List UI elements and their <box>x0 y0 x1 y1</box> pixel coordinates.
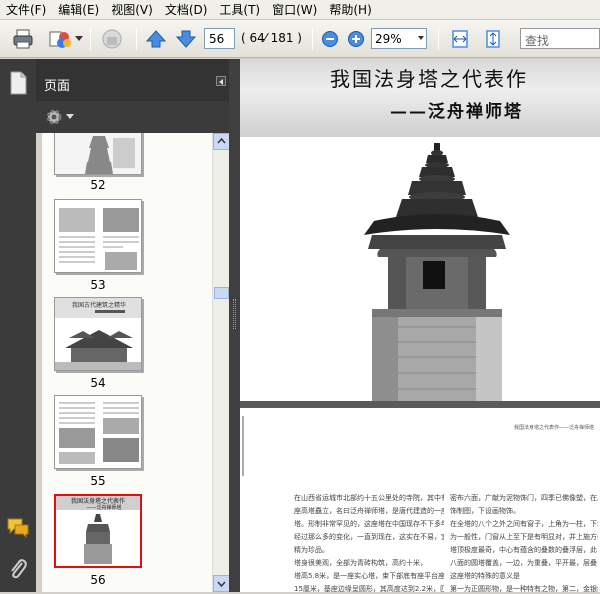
thumb56-title: 我国法身塔之代表作 <box>71 497 125 505</box>
page-number-input[interactable]: 56 <box>204 28 235 49</box>
gear-icon <box>46 109 62 125</box>
document-page-56: 我国法身塔之代表作 ——泛舟禅师塔 <box>240 59 600 401</box>
thumbnail-label: 54 <box>90 376 106 390</box>
document-title: 我国法身塔之代表作 <box>330 67 528 91</box>
body-text-left: 在山西省运城市北部约十五公里处的寺院，其中有一 座高塔矗立，名曰泛舟禅师塔，是唐… <box>294 494 444 592</box>
thumbnail-scrollbar[interactable] <box>212 133 230 592</box>
pages-icon[interactable] <box>8 71 28 98</box>
document-view: 我国法身塔之代表作 ——泛舟禅师塔 我国法身塔之代表作——泛舟禅师塔 在山西省运… <box>240 59 600 592</box>
thumbnail-page-54[interactable]: 我国古代建筑之精华 <box>54 297 142 371</box>
menu-edit[interactable]: 编辑(E) <box>52 1 105 18</box>
menu-view[interactable]: 视图(V) <box>105 1 159 18</box>
scroll-thumb[interactable] <box>214 287 229 299</box>
body-text-right: 密布六面，广献为泥物饰门，四季已佛像塑，在其次之间 饰制图，下设画物饰。 在全塔… <box>450 494 598 592</box>
navigation-bar <box>0 59 36 592</box>
menu-help[interactable]: 帮助(H) <box>323 1 377 18</box>
menu-bar: 文件(F) 编辑(E) 视图(V) 文档(D) 工具(T) 窗口(W) 帮助(H… <box>0 0 600 20</box>
page-header: 我国法身塔之代表作——泛舟禅师塔 <box>513 425 594 431</box>
scroll-down-button[interactable] <box>213 575 230 592</box>
comments-icon[interactable] <box>6 517 30 542</box>
thumbnail-label: 53 <box>90 278 106 292</box>
search-input[interactable]: 查找 <box>520 28 600 49</box>
scroll-up-button[interactable] <box>213 133 230 150</box>
panel-splitter[interactable] <box>229 59 240 592</box>
thumbnail-label: 56 <box>90 573 106 587</box>
panel-options-row <box>36 101 234 133</box>
thumbnail-label: 52 <box>90 178 106 192</box>
thumb56-subtitle: ——泛舟禅师塔 <box>86 504 121 511</box>
zoom-value: 29% <box>375 32 402 46</box>
menu-window[interactable]: 窗口(W) <box>266 1 323 18</box>
thumbnail-label: 55 <box>90 474 106 488</box>
zoom-out-icon[interactable] <box>320 27 340 51</box>
thumbnail-page-52[interactable] <box>54 133 142 175</box>
zoom-select[interactable]: 29% <box>371 28 427 49</box>
pages-panel-header: 页面 <box>36 59 234 101</box>
print-icon[interactable] <box>10 27 36 51</box>
menu-document[interactable]: 文档(D) <box>159 1 214 18</box>
fit-page-icon[interactable] <box>481 27 505 51</box>
collapse-panel-icon[interactable] <box>216 76 226 86</box>
chevron-down-icon <box>418 36 424 40</box>
document-subtitle: ——泛舟禅师塔 <box>390 102 523 122</box>
options-button[interactable] <box>44 107 74 127</box>
thumb54-title: 我国古代建筑之精华 <box>72 301 126 309</box>
thumbnail-page-53[interactable] <box>54 199 142 273</box>
chevron-down-icon[interactable] <box>74 27 84 51</box>
fit-width-icon[interactable] <box>448 27 472 51</box>
thumbnail-page-55[interactable] <box>54 395 142 469</box>
toolbar: 56 ( 64⁄ 181 ) 29% 查找 <box>0 20 600 58</box>
menu-file[interactable]: 文件(F) <box>0 1 52 18</box>
next-page-icon[interactable] <box>174 27 198 51</box>
attachment-icon[interactable] <box>8 557 28 584</box>
previous-page-icon[interactable] <box>144 27 168 51</box>
collaborate-icon[interactable] <box>46 27 74 51</box>
zoom-in-icon[interactable] <box>346 27 366 51</box>
chevron-down-icon <box>66 114 74 119</box>
menu-tools[interactable]: 工具(T) <box>213 1 266 18</box>
thumbnail-page-56-selected[interactable]: 我国法身塔之代表作 ——泛舟禅师塔 <box>54 494 142 568</box>
document-page-57: 我国法身塔之代表作——泛舟禅师塔 在山西省运城市北部约十五公里处的寺院，其中有一… <box>240 408 600 592</box>
pagoda-photo <box>240 137 600 401</box>
page-count: ( 64⁄ 181 ) <box>241 31 302 45</box>
secure-icon[interactable] <box>98 27 126 51</box>
panel-title: 页面 <box>44 79 71 94</box>
thumbnail-list: 52 53 我国古代建筑之精华 54 55 我国法身塔之代表作 ——泛舟禅师塔 5… <box>42 133 212 592</box>
